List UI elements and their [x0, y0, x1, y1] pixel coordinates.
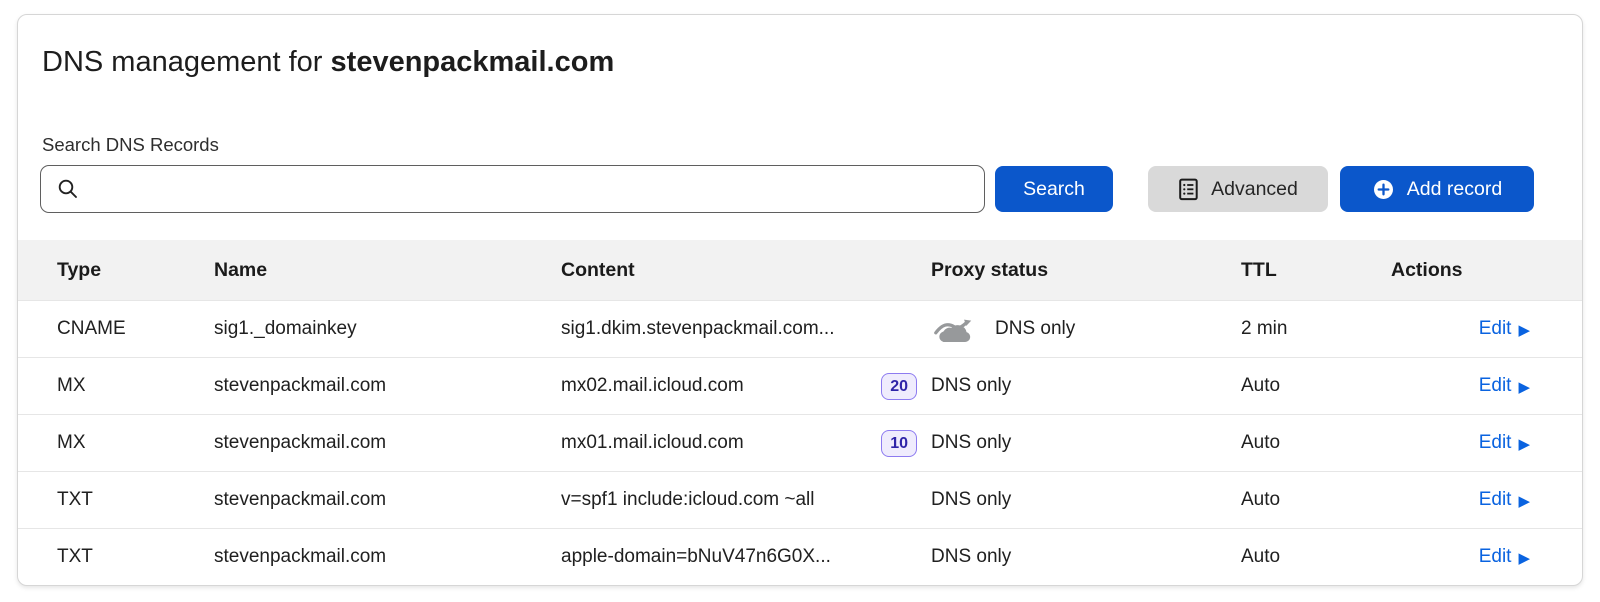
caret-right-icon: ▶ — [1518, 494, 1530, 509]
edit-link-label: Edit — [1479, 432, 1512, 454]
caret-right-icon: ▶ — [1518, 437, 1530, 452]
controls-bar: Search Advanced Add record — [40, 165, 1558, 213]
header-type: Type — [57, 259, 214, 282]
search-label: Search DNS Records — [42, 133, 1582, 157]
record-content-text: v=spf1 include:icloud.com ~all — [561, 489, 814, 511]
record-content: apple-domain=bNuV47n6G0X... — [561, 546, 931, 568]
edit-link[interactable]: Edit ▶ — [1479, 546, 1530, 568]
advanced-button[interactable]: Advanced — [1148, 166, 1328, 212]
table-row: MX stevenpackmail.com mx02.mail.icloud.c… — [18, 357, 1582, 414]
record-content: mx02.mail.icloud.com 20 — [561, 373, 931, 400]
header-proxy-status: Proxy status — [931, 259, 1241, 282]
proxy-status-cell: DNS only — [931, 375, 1241, 397]
header-ttl: TTL — [1241, 259, 1391, 282]
advanced-button-label: Advanced — [1211, 178, 1298, 201]
record-name: sig1._domainkey — [214, 318, 561, 340]
record-actions: Edit ▶ — [1391, 318, 1582, 340]
record-name: stevenpackmail.com — [214, 546, 561, 568]
record-name: stevenpackmail.com — [214, 489, 561, 511]
caret-right-icon: ▶ — [1518, 323, 1530, 338]
record-content-text: sig1.dkim.stevenpackmail.com... — [561, 318, 835, 340]
record-content: sig1.dkim.stevenpackmail.com... — [561, 318, 931, 340]
edit-link[interactable]: Edit ▶ — [1479, 318, 1530, 340]
edit-link[interactable]: Edit ▶ — [1479, 432, 1530, 454]
record-actions: Edit ▶ — [1391, 432, 1582, 454]
page-title: DNS management for stevenpackmail.com — [42, 41, 1582, 83]
add-record-button-label: Add record — [1407, 178, 1502, 201]
record-ttl: 2 min — [1241, 318, 1391, 340]
dns-management-card: DNS management for stevenpackmail.com Se… — [17, 14, 1583, 586]
record-ttl: Auto — [1241, 375, 1391, 397]
edit-link-label: Edit — [1479, 375, 1512, 397]
mx-priority-badge: 10 — [881, 430, 917, 457]
dns-records-table: Type Name Content Proxy status TTL Actio… — [18, 240, 1582, 585]
record-actions: Edit ▶ — [1391, 546, 1582, 568]
record-actions: Edit ▶ — [1391, 375, 1582, 397]
add-record-button[interactable]: Add record — [1340, 166, 1534, 212]
proxy-status-text: DNS only — [995, 318, 1075, 340]
proxy-status-cell: DNS only — [931, 314, 1241, 344]
record-content-text: mx01.mail.icloud.com — [561, 432, 744, 454]
record-type: MX — [57, 432, 214, 454]
proxy-status-cell: DNS only — [931, 489, 1241, 511]
table-row: MX stevenpackmail.com mx01.mail.icloud.c… — [18, 414, 1582, 471]
header-actions: Actions — [1391, 259, 1582, 282]
table-row: CNAME sig1._domainkey sig1.dkim.stevenpa… — [18, 300, 1582, 357]
record-type: MX — [57, 375, 214, 397]
record-ttl: Auto — [1241, 489, 1391, 511]
table-row: TXT stevenpackmail.com apple-domain=bNuV… — [18, 528, 1582, 585]
search-box — [40, 165, 985, 213]
header-content: Content — [561, 259, 931, 282]
record-name: stevenpackmail.com — [214, 432, 561, 454]
proxy-status-text: DNS only — [931, 375, 1011, 397]
edit-link-label: Edit — [1479, 318, 1512, 340]
record-type: CNAME — [57, 318, 214, 340]
proxy-status-text: DNS only — [931, 546, 1011, 568]
record-ttl: Auto — [1241, 432, 1391, 454]
edit-link[interactable]: Edit ▶ — [1479, 375, 1530, 397]
mx-priority-badge: 20 — [881, 373, 917, 400]
proxy-status-cell: DNS only — [931, 546, 1241, 568]
edit-link-label: Edit — [1479, 546, 1512, 568]
caret-right-icon: ▶ — [1518, 380, 1530, 395]
record-ttl: Auto — [1241, 546, 1391, 568]
record-type: TXT — [57, 546, 214, 568]
proxy-status-text: DNS only — [931, 489, 1011, 511]
record-name: stevenpackmail.com — [214, 375, 561, 397]
list-document-icon — [1178, 178, 1199, 201]
edit-link-label: Edit — [1479, 489, 1512, 511]
record-content-text: apple-domain=bNuV47n6G0X... — [561, 546, 831, 568]
search-input[interactable] — [40, 165, 985, 213]
table-row: TXT stevenpackmail.com v=spf1 include:ic… — [18, 471, 1582, 528]
record-actions: Edit ▶ — [1391, 489, 1582, 511]
table-header-row: Type Name Content Proxy status TTL Actio… — [18, 240, 1582, 300]
caret-right-icon: ▶ — [1518, 551, 1530, 566]
record-content: mx01.mail.icloud.com 10 — [561, 430, 931, 457]
search-button[interactable]: Search — [995, 166, 1113, 212]
page-title-domain: stevenpackmail.com — [331, 46, 615, 78]
page-title-prefix: DNS management for — [42, 46, 322, 78]
table-body: CNAME sig1._domainkey sig1.dkim.stevenpa… — [18, 300, 1582, 585]
record-type: TXT — [57, 489, 214, 511]
plus-circle-icon — [1372, 178, 1395, 201]
header-name: Name — [214, 259, 561, 282]
record-content: v=spf1 include:icloud.com ~all — [561, 489, 931, 511]
edit-link[interactable]: Edit ▶ — [1479, 489, 1530, 511]
record-content-text: mx02.mail.icloud.com — [561, 375, 744, 397]
dns-only-cloud-icon — [931, 314, 977, 344]
proxy-status-text: DNS only — [931, 432, 1011, 454]
proxy-status-cell: DNS only — [931, 432, 1241, 454]
